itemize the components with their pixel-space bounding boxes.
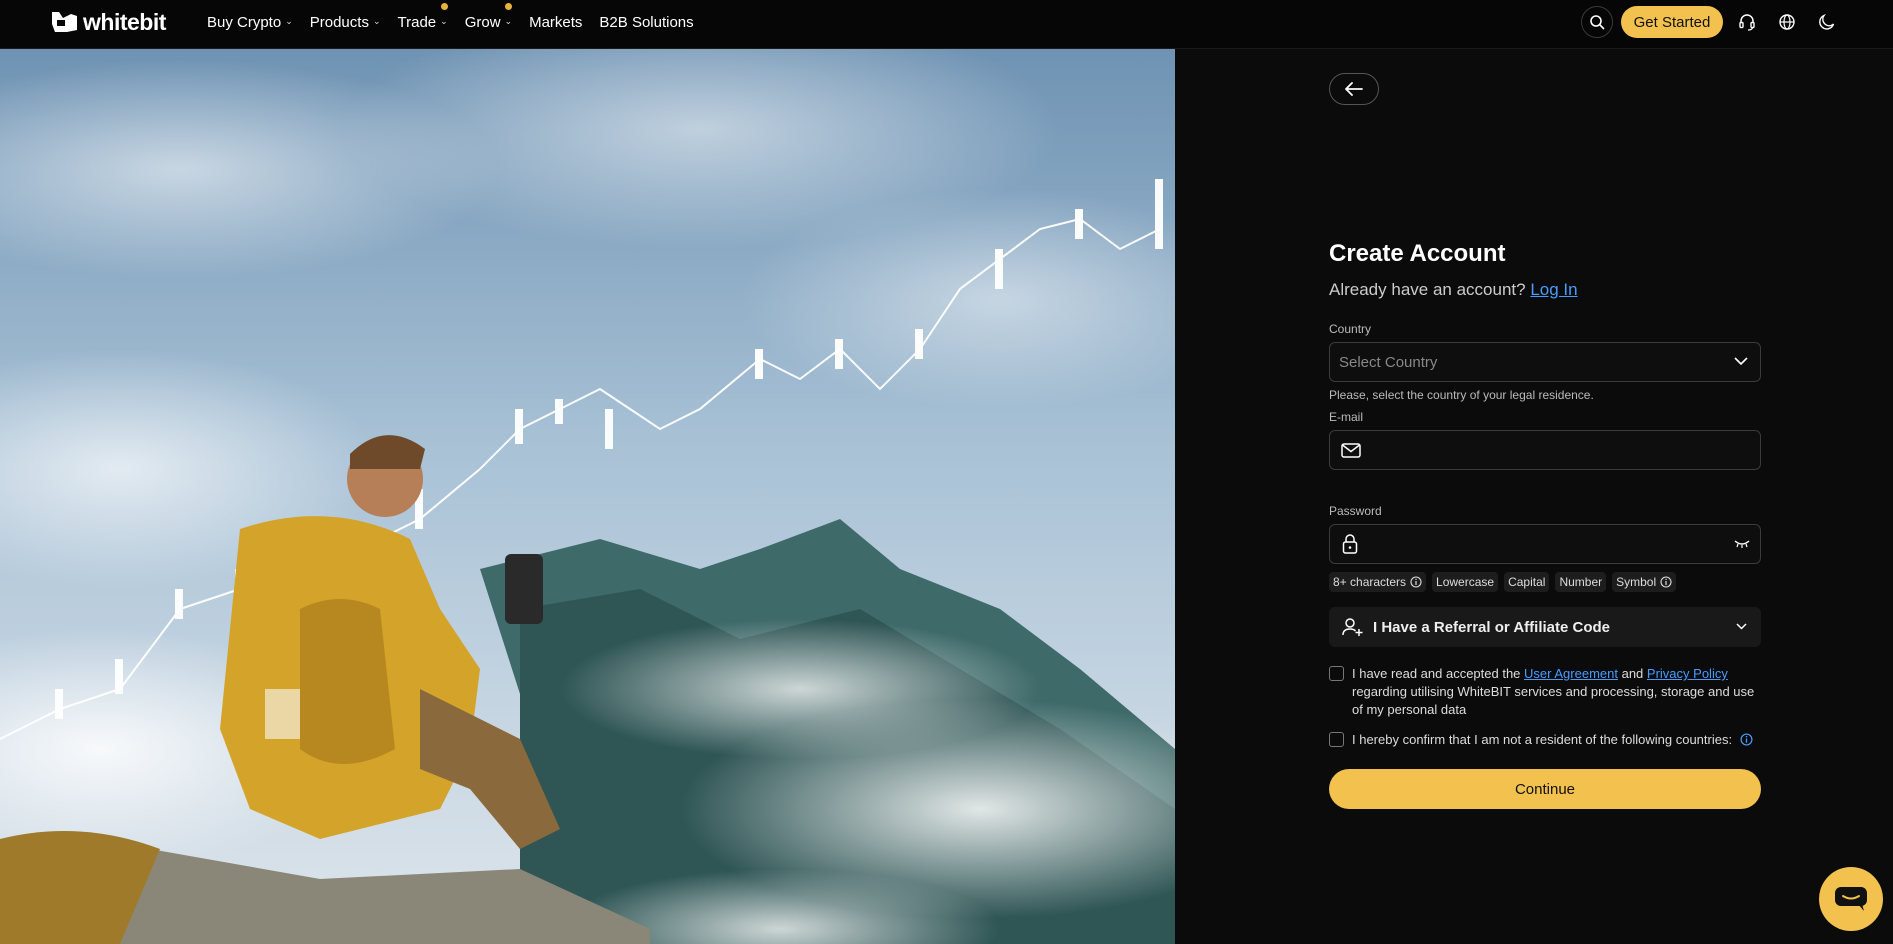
eye-closed-icon[interactable] bbox=[1734, 539, 1750, 549]
add-user-icon bbox=[1342, 618, 1363, 636]
residency-text: I hereby confirm that I am not a residen… bbox=[1352, 731, 1753, 749]
globe-icon bbox=[1779, 14, 1795, 30]
notification-dot bbox=[505, 2, 513, 10]
agreement-and: and bbox=[1621, 666, 1644, 681]
chevron-down-icon: ⌄ bbox=[372, 15, 381, 26]
login-link[interactable]: Log In bbox=[1530, 280, 1577, 299]
residency-row: I hereby confirm that I am not a residen… bbox=[1329, 731, 1761, 749]
info-icon[interactable] bbox=[1740, 733, 1753, 746]
rule-capital: Capital bbox=[1504, 572, 1550, 592]
nav-b2b-label: B2B Solutions bbox=[599, 13, 694, 31]
language-button[interactable] bbox=[1777, 12, 1797, 32]
chat-support-button[interactable] bbox=[1819, 867, 1883, 931]
nav-products[interactable]: Products ⌄ bbox=[310, 14, 381, 31]
chevron-down-icon: ⌄ bbox=[440, 15, 448, 26]
theme-toggle-button[interactable] bbox=[1817, 12, 1837, 32]
mail-icon bbox=[1341, 443, 1361, 458]
continue-button[interactable]: Continue bbox=[1329, 769, 1761, 809]
agreement-row: I have read and accepted the User Agreem… bbox=[1329, 665, 1761, 719]
top-navigation-bar: whitebit Buy Crypto ⌄ Products ⌄ Trade ⌄… bbox=[0, 0, 1893, 49]
whitebit-logo[interactable]: whitebit bbox=[49, 8, 166, 35]
main-nav: Buy Crypto ⌄ Products ⌄ Trade ⌄ Grow ⌄ M… bbox=[207, 0, 711, 44]
lock-icon bbox=[1342, 534, 1358, 554]
chevron-down-icon: ⌄ bbox=[285, 15, 293, 26]
nav-trade-label: Trade bbox=[397, 13, 437, 31]
chevron-down-icon bbox=[1734, 357, 1748, 366]
password-field[interactable] bbox=[1329, 524, 1761, 564]
headset-icon bbox=[1739, 14, 1755, 31]
agreement-checkbox[interactable] bbox=[1329, 666, 1344, 681]
agreement-suffix: regarding utilising WhiteBIT services an… bbox=[1352, 684, 1755, 717]
agreement-text: I have read and accepted the User Agreem… bbox=[1352, 665, 1761, 719]
nav-trade[interactable]: Trade ⌄ bbox=[397, 2, 448, 31]
nav-b2b-solutions[interactable]: B2B Solutions bbox=[599, 14, 693, 31]
referral-label: I Have a Referral or Affiliate Code bbox=[1373, 618, 1611, 636]
nav-markets[interactable]: Markets bbox=[529, 14, 582, 31]
create-account-form: Create Account Already have an account? … bbox=[1329, 240, 1761, 809]
logo-text: whitebit bbox=[83, 8, 166, 35]
arrow-left-icon bbox=[1345, 82, 1363, 96]
chat-icon bbox=[1835, 887, 1867, 911]
rule-number: Number bbox=[1555, 572, 1607, 592]
page-title: Create Account bbox=[1329, 240, 1506, 267]
residency-checkbox[interactable] bbox=[1329, 732, 1344, 747]
nav-markets-label: Markets bbox=[529, 13, 583, 31]
privacy-policy-link[interactable]: Privacy Policy bbox=[1647, 666, 1728, 681]
rule-length: 8+ characters bbox=[1329, 572, 1427, 592]
nav-grow[interactable]: Grow ⌄ bbox=[464, 2, 513, 31]
password-requirements: 8+ characters Lowercase Capital Number S… bbox=[1329, 572, 1761, 592]
hero-image bbox=[0, 49, 1175, 944]
info-icon[interactable] bbox=[1660, 576, 1672, 588]
country-placeholder: Select Country bbox=[1339, 353, 1438, 371]
referral-code-toggle[interactable]: I Have a Referral or Affiliate Code bbox=[1329, 607, 1761, 647]
nav-buy-crypto-label: Buy Crypto bbox=[207, 13, 282, 31]
nav-products-label: Products bbox=[309, 13, 369, 31]
chevron-down-icon bbox=[1736, 623, 1747, 630]
residency-label: I hereby confirm that I am not a residen… bbox=[1352, 732, 1733, 747]
nav-buy-crypto[interactable]: Buy Crypto ⌄ bbox=[207, 14, 293, 31]
rule-length-label: 8+ characters bbox=[1333, 575, 1407, 589]
notification-dot bbox=[440, 2, 448, 10]
search-icon bbox=[1590, 15, 1605, 30]
agreement-prefix: I have read and accepted the bbox=[1352, 666, 1521, 681]
email-field[interactable] bbox=[1329, 430, 1761, 470]
support-button[interactable] bbox=[1737, 12, 1757, 32]
password-label: Password bbox=[1329, 504, 1382, 518]
login-prompt-text: Already have an account? bbox=[1329, 280, 1526, 299]
email-label: E-mail bbox=[1329, 410, 1364, 424]
user-agreement-link[interactable]: User Agreement bbox=[1524, 666, 1618, 681]
rule-lowercase: Lowercase bbox=[1432, 572, 1499, 592]
info-icon[interactable] bbox=[1410, 576, 1422, 588]
rule-symbol: Symbol bbox=[1612, 572, 1677, 592]
nav-grow-label: Grow bbox=[464, 13, 501, 31]
country-hint: Please, select the country of your legal… bbox=[1329, 388, 1594, 402]
rule-symbol-label: Symbol bbox=[1616, 575, 1657, 589]
logo-icon bbox=[52, 12, 77, 32]
search-button[interactable] bbox=[1581, 6, 1613, 38]
hero-illustration bbox=[0, 49, 1175, 944]
login-prompt: Already have an account? Log In bbox=[1329, 280, 1761, 300]
country-select[interactable]: Select Country bbox=[1329, 342, 1761, 382]
country-label: Country bbox=[1329, 322, 1372, 336]
get-started-button[interactable]: Get Started bbox=[1621, 6, 1723, 38]
back-button[interactable] bbox=[1329, 73, 1379, 105]
chevron-down-icon: ⌄ bbox=[504, 15, 513, 26]
moon-icon bbox=[1819, 13, 1835, 30]
